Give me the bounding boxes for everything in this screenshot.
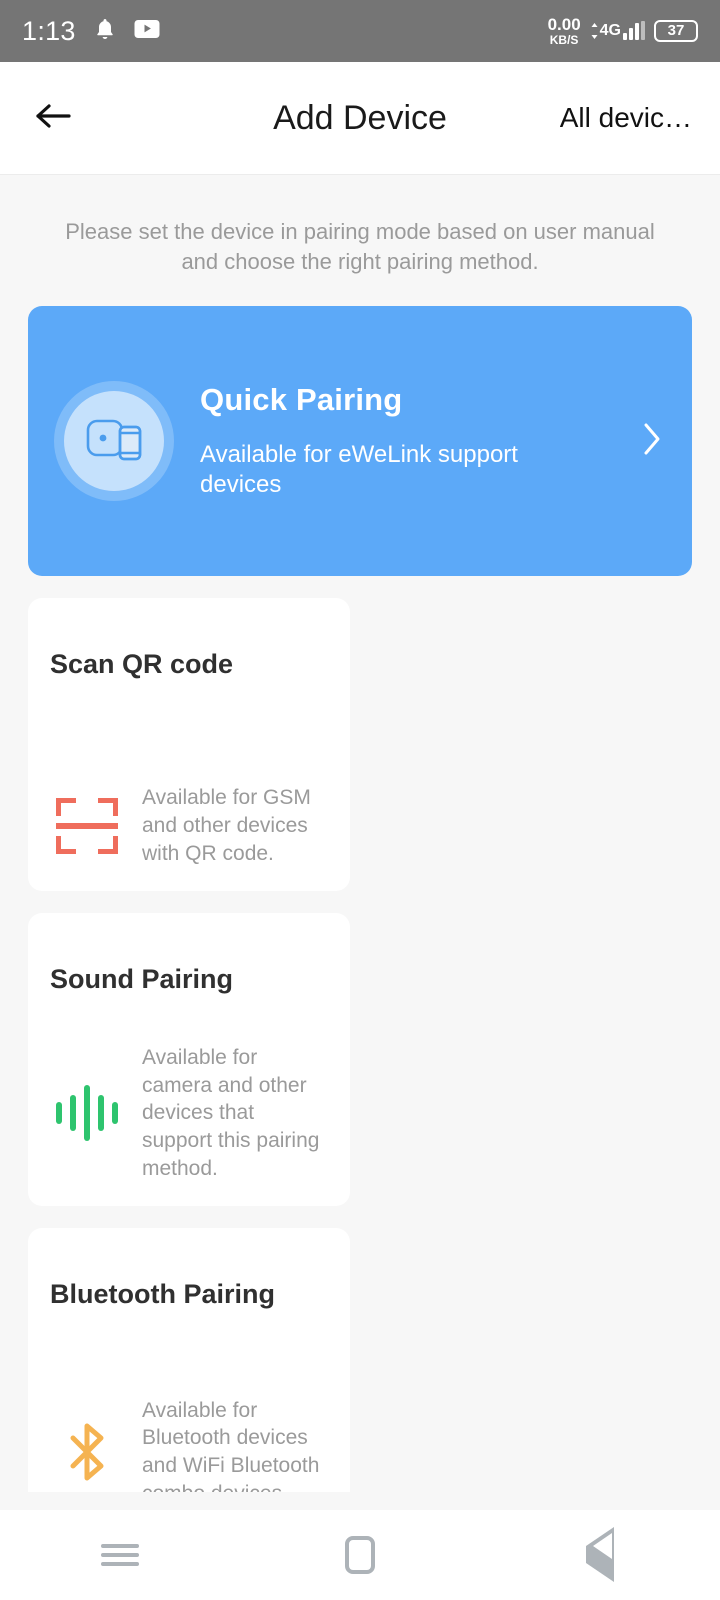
recents-icon: [101, 1539, 139, 1571]
scan-qr-code-desc: Available for GSM and other devices with…: [142, 786, 311, 865]
screen-root: 1:13 0.00 KB/S 4G 37 Add Device All devi…: [0, 0, 720, 1600]
status-bar-right: 0.00 KB/S 4G 37: [548, 16, 698, 46]
back-button[interactable]: [28, 93, 78, 143]
status-bar: 1:13 0.00 KB/S 4G 37: [0, 0, 720, 62]
quick-pairing-text: Quick Pairing Available for eWeLink supp…: [200, 382, 630, 500]
sound-pairing-title: Sound Pairing: [50, 964, 234, 995]
nav-recents-button[interactable]: [75, 1510, 165, 1600]
nav-back-button[interactable]: [555, 1510, 645, 1600]
scan-qr-code-title: Scan QR code: [50, 649, 234, 680]
android-nav-bar: [0, 1510, 720, 1600]
sound-pairing-desc: Available for camera and other devices t…: [142, 1045, 320, 1180]
app-bar: Add Device All devic…: [0, 62, 720, 175]
bluetooth-icon: [50, 1420, 124, 1484]
bluetooth-pairing-desc: Available for Bluetooth devices and WiFi…: [142, 1398, 320, 1505]
chevron-right-icon: [640, 419, 664, 464]
qr-scan-icon: [50, 797, 124, 854]
quick-pairing-badge-inner: [64, 391, 164, 492]
bluetooth-pairing-title: Bluetooth Pairing: [50, 1279, 275, 1310]
quick-pairing-title: Quick Pairing: [200, 382, 403, 418]
scan-qr-code-body: Available for GSM and other devices with…: [50, 784, 328, 867]
nav-home-button[interactable]: [315, 1510, 405, 1600]
content-bottom-fade: [0, 1492, 720, 1510]
signal-bars-icon: [623, 21, 645, 40]
arrow-left-icon: [33, 99, 73, 138]
pairing-hint-text: Please set the device in pairing mode ba…: [65, 219, 655, 274]
data-transfer-icon: [591, 23, 598, 39]
quick-pairing-card[interactable]: Quick Pairing Available for eWeLink supp…: [28, 306, 692, 577]
sound-pairing-body: Available for camera and other devices t…: [50, 1044, 328, 1183]
back-icon: [586, 1527, 614, 1582]
bluetooth-pairing-body: Available for Bluetooth devices and WiFi…: [50, 1397, 328, 1508]
content-area: Please set the device in pairing mode ba…: [0, 175, 720, 1600]
device-and-phone-icon: [84, 412, 144, 471]
home-icon: [345, 1536, 375, 1574]
all-devices-button[interactable]: All devic…: [560, 102, 692, 134]
network-type-text: 4G: [599, 22, 621, 39]
network-type-label: 4G: [590, 22, 621, 40]
sound-wave-icon: [50, 1083, 124, 1143]
status-bar-left: 1:13: [22, 16, 160, 47]
signal-indicator: 4G: [590, 21, 645, 40]
status-bar-clock: 1:13: [22, 15, 76, 46]
quick-pairing-subtitle: Available for eWeLink support devices: [200, 441, 518, 499]
quick-pairing-badge: [54, 381, 174, 502]
network-speed-indicator: 0.00 KB/S: [548, 16, 581, 46]
sound-pairing-card[interactable]: Sound Pairing Available for camera and o…: [28, 913, 350, 1207]
network-speed-unit: KB/S: [549, 33, 579, 47]
scan-qr-code-card[interactable]: Scan QR code Available for GSM and other…: [28, 598, 350, 892]
bluetooth-pairing-card[interactable]: Bluetooth Pairing Available for Bluetoot…: [28, 1228, 350, 1532]
battery-indicator: 37: [654, 19, 698, 43]
pairing-method-grid: Scan QR code Available for GSM and other…: [28, 598, 692, 1600]
bell-icon: [94, 17, 116, 46]
network-speed-value: 0.00: [547, 15, 581, 34]
youtube-icon: [134, 19, 160, 44]
